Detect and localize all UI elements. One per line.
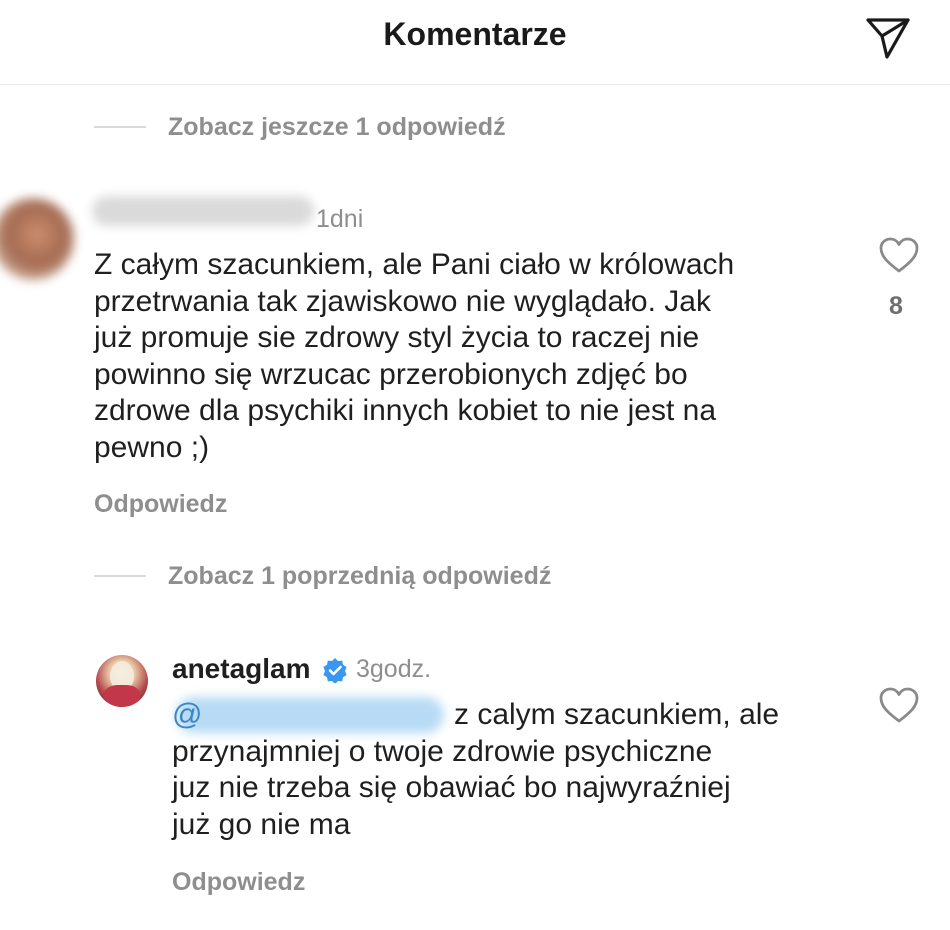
reply-text: przynajmniej o twoje zdrowie psychiczne … [172,734,731,844]
avatar[interactable] [0,198,74,280]
comment-time: 1dni [316,205,364,233]
reply-line: przynajmniej o twoje zdrowie psychiczne [172,734,713,768]
paper-plane-icon [866,18,910,59]
reply-line: już go nie ma [172,807,351,841]
reply-button[interactable]: Odpowiedz [94,490,227,519]
heart-icon [879,237,919,273]
like-count: 8 [889,292,903,320]
mention-at[interactable]: @ [172,697,202,734]
heart-icon [879,687,919,723]
reply-username[interactable]: anetaglam [172,653,311,685]
like-button[interactable] [877,685,921,725]
reply-line: juz nie trzeba się obawiać bo najwyraźni… [172,771,731,804]
reply-text-first-line: z calym szacunkiem, ale [454,698,780,731]
view-more-replies-label: Zobacz jeszcze 1 odpowiedź [168,112,506,141]
comment-line: pewno ;) [94,430,210,464]
mention-redacted [176,697,444,733]
comment-line: Z całym szacunkiem, ale Pani ciało w kró… [94,248,735,281]
like-button[interactable] [877,235,921,275]
thread-divider [94,126,146,128]
thread-divider [94,575,146,577]
view-previous-reply-label: Zobacz 1 poprzednią odpowiedź [168,561,552,590]
comment-text: Z całym szacunkiem, ale Pani ciało w kró… [94,247,734,466]
comment-line: zdrowe dla psychiki innych kobiet to nie… [94,394,717,427]
comment-line: przetrwania tak zjawiskowo nie wyglądało… [94,284,711,318]
view-more-replies[interactable]: Zobacz jeszcze 1 odpowiedź [94,109,506,145]
username-redacted [92,196,314,226]
avatar[interactable] [96,655,148,707]
reply-button[interactable]: Odpowiedz [172,868,305,897]
header-bar: Komentarze [0,0,950,85]
send-button[interactable] [860,12,916,62]
reply-time: 3godz. [356,655,432,683]
comment-line: już promuje sie zdrowy styl życia to rac… [94,321,700,354]
page-title: Komentarze [383,16,567,52]
verified-badge-icon [322,657,348,684]
view-previous-reply[interactable]: Zobacz 1 poprzednią odpowiedź [94,558,551,594]
comment-line: powinno się wrzucac przerobionych zdjęć … [94,357,688,391]
